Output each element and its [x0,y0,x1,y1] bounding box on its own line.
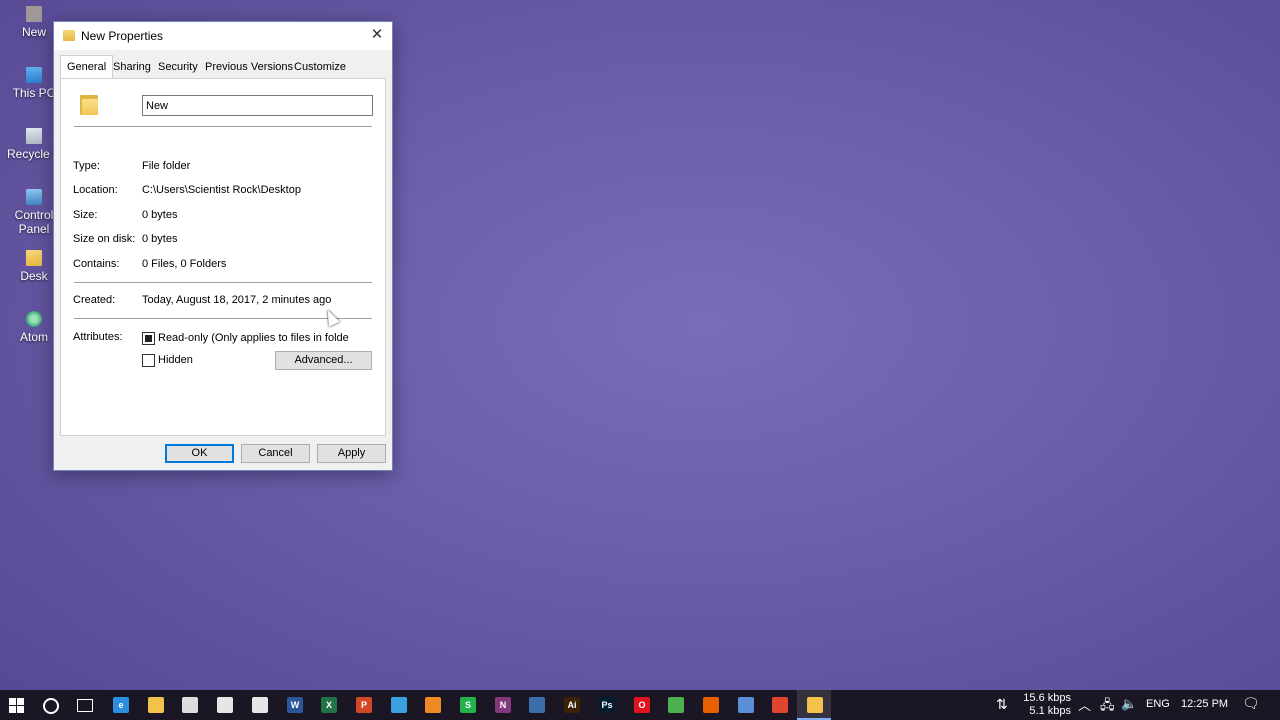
store-icon[interactable] [182,697,198,713]
recycle-bin-icon [26,128,42,144]
app-red-icon[interactable] [772,697,788,713]
taskbar: e W X P S N Ai Ps O ⇅ 15.6 kbps 5.1 kbps ︿ 🖧 🔈 E… [0,690,1280,720]
start-button[interactable] [6,694,28,716]
size-on-disk-value: 0 bytes [142,233,178,245]
app-globe-icon[interactable] [738,697,754,713]
volume-icon[interactable]: 🔈 [1121,696,1137,712]
onenote-icon[interactable]: N [495,697,511,713]
contains-value: 0 Files, 0 Folders [142,258,227,270]
divider [74,126,372,128]
net-down-speed: 15.6 kbps [1023,692,1071,704]
calculator-icon[interactable] [217,697,233,713]
photoshop-icon[interactable]: Ps [599,697,615,713]
language-indicator[interactable]: ENG [1146,698,1170,710]
mail-icon[interactable] [252,697,268,713]
tab-previous-versions[interactable]: Previous Versions [199,57,299,78]
folder-icon [63,30,75,41]
size-label: Size: [73,209,98,221]
app-dark-icon[interactable] [529,697,545,713]
file-explorer-icon[interactable] [148,697,164,713]
notification-icon[interactable]: 🗨 [1242,695,1260,712]
app-green-icon[interactable]: S [460,697,476,713]
tab-sharing[interactable]: Sharing [107,57,157,78]
tab-general[interactable]: General [60,55,114,78]
clock[interactable]: 12:25 PM [1181,698,1228,710]
size-on-disk-label: Size on disk: [73,233,136,245]
network-speed: 15.6 kbps 5.1 kbps [1021,692,1071,718]
word-icon[interactable]: W [287,697,303,713]
app-blue-icon[interactable] [391,697,407,713]
cancel-button[interactable]: Cancel [241,444,310,463]
attributes-label: Attributes: [73,331,123,343]
excel-icon[interactable]: X [321,697,337,713]
net-up-speed: 5.1 kbps [1029,705,1071,717]
ok-button[interactable]: OK [165,444,234,463]
dialog-title: New Properties [81,29,164,43]
edge-icon[interactable]: e [113,697,129,713]
tab-customize[interactable]: Customize [288,57,352,78]
readonly-label[interactable]: Read-only (Only applies to files in fold… [158,332,349,344]
location-label: Location: [73,184,118,196]
chevron-up-icon[interactable]: ︿ [1078,695,1091,714]
readonly-checkbox[interactable] [142,332,155,345]
opera-icon[interactable]: O [634,697,650,713]
cortana-search-icon[interactable] [39,694,61,716]
general-panel: Type: File folder Location: C:\Users\Sci… [60,78,386,436]
size-value: 0 bytes [142,209,178,221]
location-value: C:\Users\Scientist Rock\Desktop [142,184,301,196]
type-label: Type: [73,160,100,172]
tab-security[interactable]: Security [152,57,204,78]
folder-icon [26,6,42,22]
type-value: File folder [142,160,191,172]
properties-dialog: New Properties ✕ General Sharing Securit… [53,21,393,471]
close-button[interactable]: ✕ [362,22,392,50]
task-view-icon[interactable] [74,694,96,716]
folder-icon [26,250,42,266]
chrome-icon[interactable] [668,697,684,713]
folder-name-input[interactable] [142,95,373,116]
download-arrows-icon: ⇅ [996,696,1008,712]
divider [74,282,372,284]
network-icon[interactable]: 🖧 [1100,696,1115,718]
computer-icon [26,67,42,83]
app-orange-icon[interactable] [425,697,441,713]
atom-icon [26,311,42,327]
advanced-button[interactable]: Advanced... [275,351,372,370]
created-label: Created: [73,294,116,306]
folder-active-icon[interactable] [807,697,823,713]
hidden-label[interactable]: Hidden [158,354,193,366]
powerpoint-icon[interactable]: P [356,697,372,713]
folder-icon [80,93,98,115]
title-bar[interactable]: New Properties ✕ [54,22,392,50]
control-panel-icon [26,189,42,205]
hidden-checkbox[interactable] [142,354,155,367]
contains-label: Contains: [73,258,120,270]
created-value: Today, August 18, 2017, 2 minutes ago [142,294,332,306]
apply-button[interactable]: Apply [317,444,386,463]
illustrator-icon[interactable]: Ai [564,697,580,713]
firefox-icon[interactable] [703,697,719,713]
